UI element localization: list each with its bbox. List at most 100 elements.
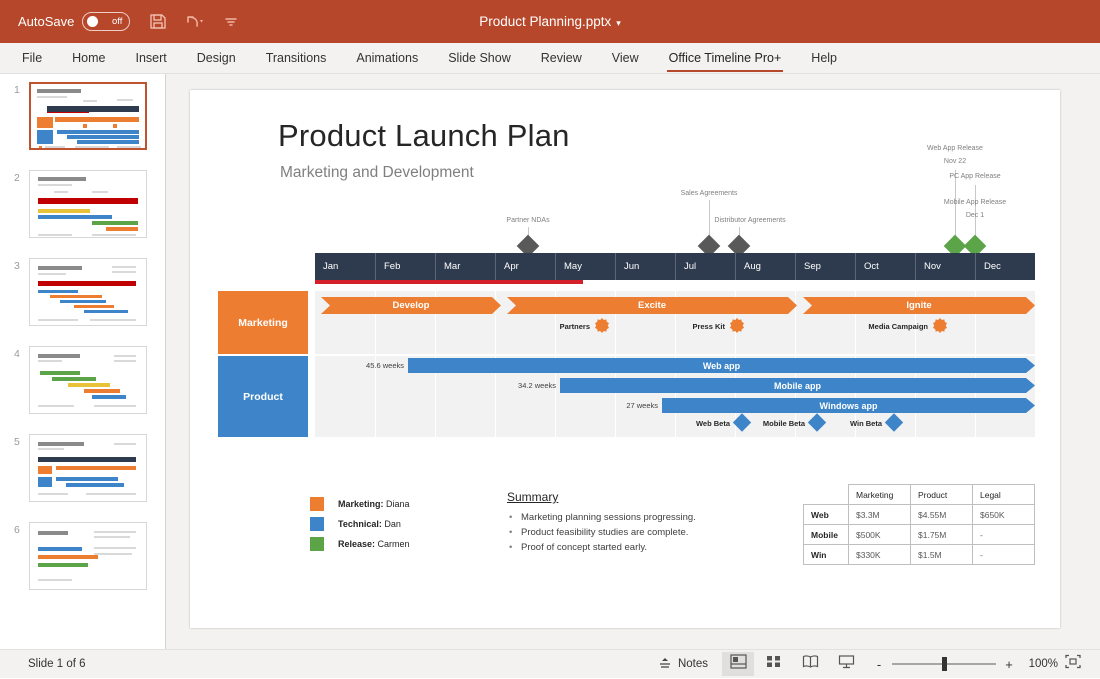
task-duration-web-app: 45.6 weeks <box>366 361 404 370</box>
month-jan: Jan <box>315 253 375 280</box>
milestone-label-win-beta: Win Beta <box>850 419 882 428</box>
slide-show-button[interactable] <box>830 652 862 676</box>
month-apr: Apr <box>495 253 555 280</box>
month-mar: Mar <box>435 253 495 280</box>
tab-office-timeline-pro-plus[interactable]: Office Timeline Pro+ <box>654 43 797 74</box>
milestone-label-sales-agreements: Sales Agreements <box>681 190 738 197</box>
zoom-out-button[interactable]: - <box>874 657 884 672</box>
zoom-in-button[interactable]: + <box>1004 657 1014 672</box>
reading-view-button[interactable] <box>794 652 826 676</box>
swimlane-label-product[interactable]: Product <box>218 356 308 437</box>
slide-thumbnail-6[interactable]: 6 <box>0 522 165 602</box>
slide-sorter-button[interactable] <box>758 652 790 676</box>
status-bar-right-group: Notes - + 10 <box>646 650 1100 679</box>
autosave-group[interactable]: AutoSave off <box>18 12 130 31</box>
slide-number: 5 <box>14 436 20 448</box>
milestone-label-press-kit: Press Kit <box>692 322 725 331</box>
tab-label: View <box>612 51 639 65</box>
slide-count-label: Slide 1 of 6 <box>28 658 86 670</box>
tab-transitions[interactable]: Transitions <box>251 43 342 74</box>
milestone-label-web-beta: Web Beta <box>696 419 730 428</box>
undo-icon[interactable] <box>183 13 207 31</box>
month-nov: Nov <box>915 253 975 280</box>
slide-sorter-icon <box>766 654 782 674</box>
summary-block: Summary Marketing planning sessions prog… <box>507 490 696 555</box>
slide-number: 2 <box>14 172 20 184</box>
slide-thumbnail-preview <box>29 170 147 238</box>
table-rowhead-win: Win <box>804 545 849 565</box>
legend-person: Diana <box>386 499 410 509</box>
tab-design[interactable]: Design <box>182 43 251 74</box>
autosave-toggle-knob <box>87 16 98 27</box>
zoom-slider-thumb[interactable] <box>942 657 947 671</box>
milestone-label-partners: Partners <box>560 322 590 331</box>
normal-view-button[interactable] <box>722 652 754 676</box>
tab-review[interactable]: Review <box>526 43 597 74</box>
fit-slide-icon <box>1065 654 1081 674</box>
legend-item-release: Release: Carmen <box>310 534 410 554</box>
milestone-label-mobile-app-release: Mobile App Release <box>944 199 1006 206</box>
slide-thumbnail-5[interactable]: 5 <box>0 434 165 514</box>
task-bar-windows-app[interactable]: Windows app <box>662 398 1035 413</box>
notes-label: Notes <box>678 658 708 670</box>
legend-item-marketing: Marketing: Diana <box>310 494 410 514</box>
slide-thumbnail-preview <box>29 434 147 502</box>
slide-thumbnail-4[interactable]: 4 <box>0 346 165 426</box>
zoom-control[interactable]: - + <box>874 657 1014 672</box>
slide-thumbnail-3[interactable]: 3 <box>0 258 165 338</box>
tab-label: Animations <box>356 51 418 65</box>
month-jul: Jul <box>675 253 735 280</box>
tab-help[interactable]: Help <box>796 43 852 74</box>
table-row: Web $3.3M $4.55M $650K <box>804 505 1035 525</box>
phase-bar-excite[interactable]: Excite <box>507 297 797 314</box>
document-title-chevron-down-icon[interactable]: ▾ <box>616 18 621 28</box>
swimlane-label-marketing[interactable]: Marketing <box>218 291 308 354</box>
milestone-date-mobile-app-release: Dec 1 <box>966 212 984 219</box>
month-feb: Feb <box>375 253 435 280</box>
tab-view[interactable]: View <box>597 43 654 74</box>
autosave-toggle[interactable]: off <box>82 12 130 31</box>
table-row: Mobile $500K $1.75M - <box>804 525 1035 545</box>
slide-thumbnail-1[interactable]: 1 <box>0 82 165 162</box>
phase-bar-ignite[interactable]: Ignite <box>803 297 1035 314</box>
title-bar: AutoSave off Product Planning.pptx▾ <box>0 0 1100 43</box>
slide-number: 1 <box>14 84 20 96</box>
summary-bullet: Proof of concept started early. <box>507 540 696 555</box>
milestone-label-mobile-beta: Mobile Beta <box>763 419 805 428</box>
timeline-month-axis[interactable]: Jan Feb Mar Apr May Jun Jul Aug Sep Oct … <box>315 253 1035 280</box>
slide-number: 4 <box>14 348 20 360</box>
month-aug: Aug <box>735 253 795 280</box>
slide-thumbnail-pane[interactable]: 1 <box>0 74 166 649</box>
timeline-progress-bar <box>315 280 583 284</box>
slide-thumbnail-2[interactable]: 2 <box>0 170 165 250</box>
month-may: May <box>555 253 615 280</box>
table-corner-cell <box>804 485 849 505</box>
phase-bar-develop[interactable]: Develop <box>321 297 501 314</box>
tab-home[interactable]: Home <box>57 43 120 74</box>
tab-file[interactable]: File <box>7 43 57 74</box>
current-slide[interactable]: Product Launch Plan Marketing and Develo… <box>190 90 1060 628</box>
month-sep: Sep <box>795 253 855 280</box>
tab-insert[interactable]: Insert <box>121 43 182 74</box>
notes-button[interactable]: Notes <box>646 652 720 676</box>
zoom-slider[interactable] <box>892 663 996 665</box>
table-cell: $650K <box>973 505 1035 525</box>
task-bar-mobile-app[interactable]: Mobile app <box>560 378 1035 393</box>
table-cell: $4.55M <box>911 505 973 525</box>
zoom-level-label[interactable]: 100% <box>1020 658 1058 670</box>
quick-access-toolbar <box>148 12 239 31</box>
tab-animations[interactable]: Animations <box>341 43 433 74</box>
tab-slide-show[interactable]: Slide Show <box>433 43 526 74</box>
customize-quick-access-icon[interactable] <box>223 14 239 30</box>
legend-role: Marketing: <box>338 499 384 509</box>
cost-table[interactable]: Marketing Product Legal Web $3.3M $4.55M… <box>803 484 1035 565</box>
legend-label-release: Release: Carmen <box>338 539 410 549</box>
table-header-product: Product <box>911 485 973 505</box>
task-bar-web-app[interactable]: Web app <box>408 358 1035 373</box>
table-cell: $330K <box>849 545 911 565</box>
table-cell: $3.3M <box>849 505 911 525</box>
save-icon[interactable] <box>148 12 167 31</box>
legend-person: Carmen <box>378 539 410 549</box>
table-cell: $1.5M <box>911 545 973 565</box>
fit-slide-button[interactable] <box>1058 652 1088 676</box>
